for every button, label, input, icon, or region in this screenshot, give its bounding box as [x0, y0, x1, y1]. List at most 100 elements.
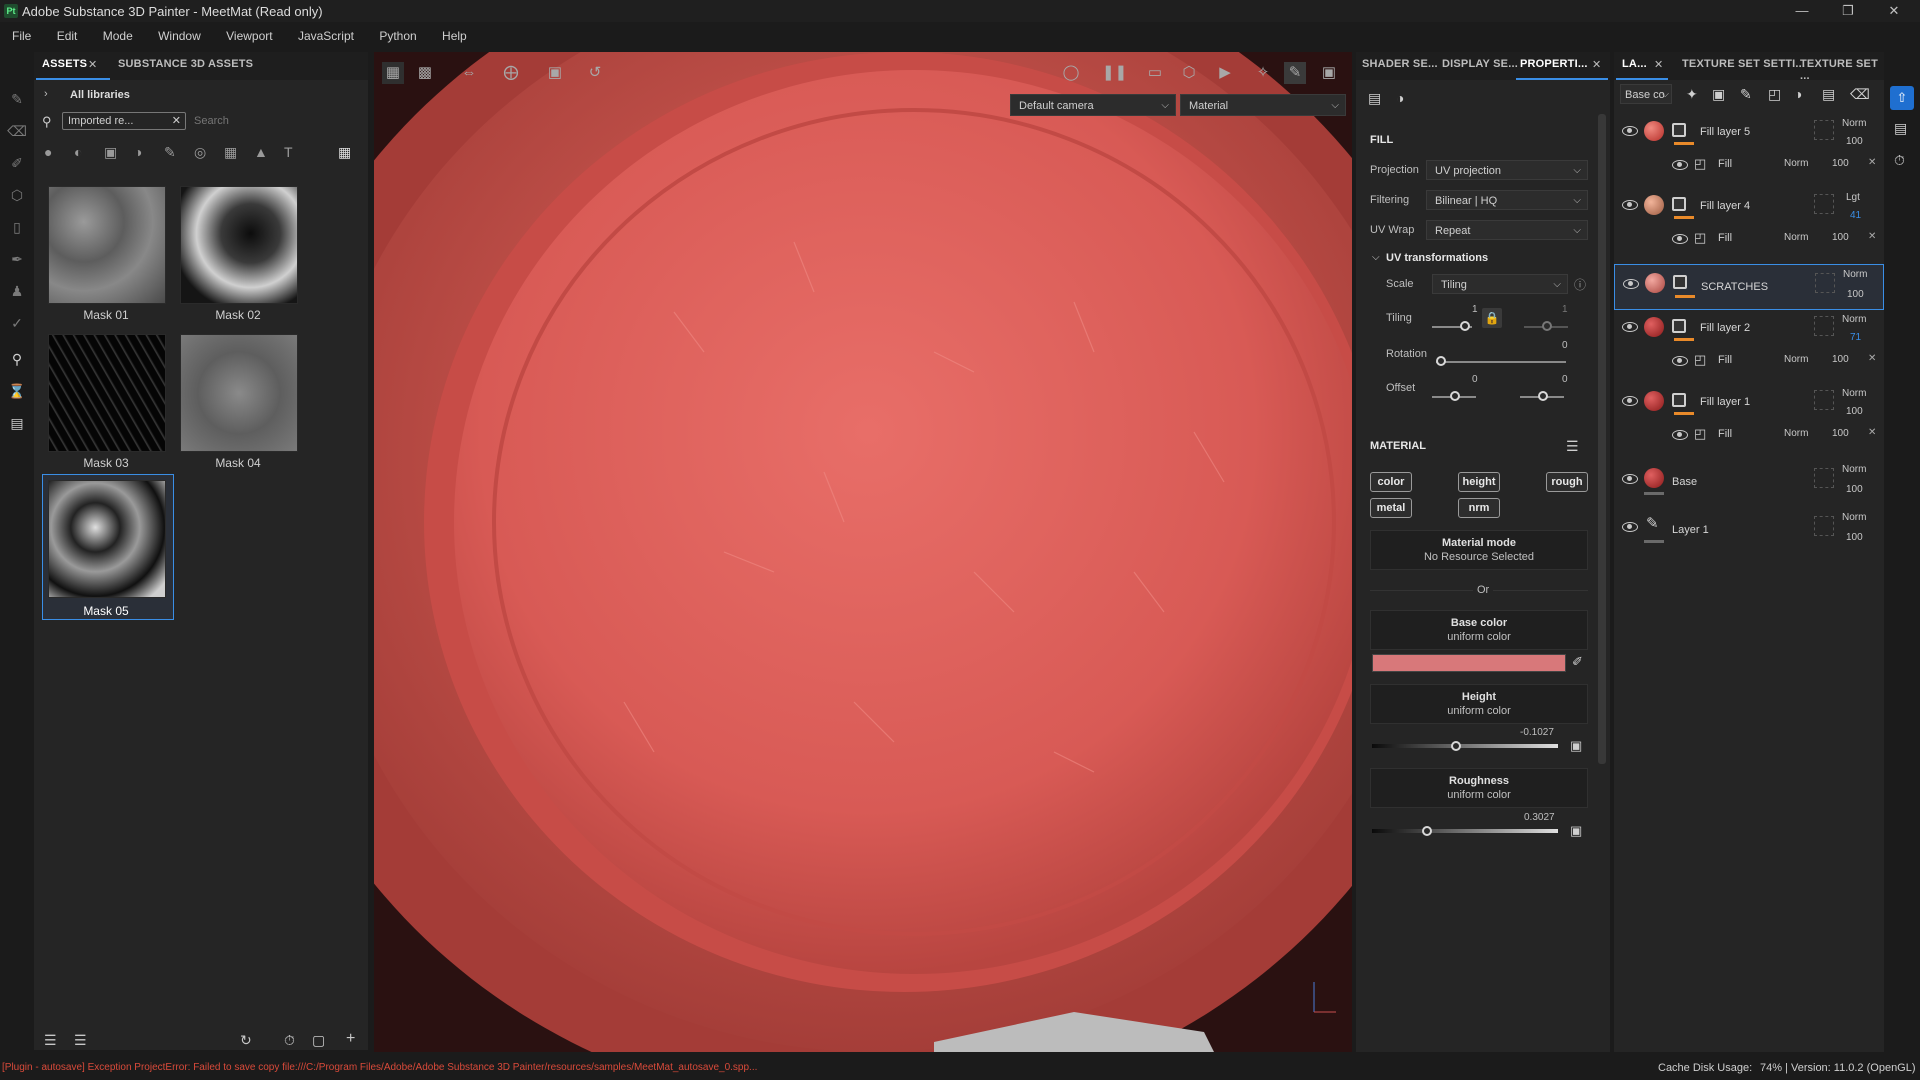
mask-slot[interactable] [1814, 120, 1834, 140]
layer-opacity[interactable]: 100 [1846, 532, 1863, 543]
tab-texture-set-list[interactable]: TEXTURE SET ... [1800, 58, 1884, 82]
menu-mode[interactable]: Mode [103, 26, 133, 46]
tab-shader-settings[interactable]: SHADER SE... [1362, 58, 1438, 70]
layer-opacity[interactable]: 100 [1847, 289, 1864, 300]
asset-thumb-mask-02[interactable] [180, 186, 298, 304]
list-view-icon[interactable]: ☰ [44, 1032, 57, 1049]
paint-brush-icon[interactable]: ✎ [6, 88, 28, 110]
tab-layers[interactable]: LA... [1622, 58, 1647, 70]
document-icon[interactable]: ▤ [6, 412, 28, 434]
menu-window[interactable]: Window [158, 26, 201, 46]
filtering-dropdown[interactable]: Bilinear | HQ ⌵ [1426, 190, 1588, 210]
layer-row[interactable]: Fill layer 1 Norm 100 ◰ Fill Norm 100 ✕ [1614, 386, 1884, 460]
height-slider-knob[interactable] [1451, 741, 1461, 751]
folder-icon[interactable]: ▢ [312, 1032, 325, 1049]
material-sphere-icon[interactable]: ◑ [1396, 90, 1404, 106]
mask-slot[interactable] [1815, 273, 1835, 293]
status-error[interactable]: [Plugin - autosave] Exception ProjectErr… [2, 1062, 1002, 1073]
add-icon[interactable]: + [346, 1030, 355, 1048]
projection-dropdown[interactable]: UV projection ⌵ [1426, 160, 1588, 180]
mask-slot[interactable] [1814, 390, 1834, 410]
polygon-fill-icon[interactable]: ▯ [6, 216, 28, 238]
channel-chip-metal[interactable]: metal [1370, 498, 1412, 518]
delete-layer-icon[interactable]: ⌫ [1850, 86, 1870, 103]
color-picker-icon[interactable]: ✓ [6, 312, 28, 334]
layer-opacity[interactable]: 100 [1846, 484, 1863, 495]
layer-name[interactable]: Layer 1 [1672, 524, 1709, 536]
refresh-icon[interactable]: ↻ [240, 1032, 252, 1049]
layer-name[interactable]: SCRATCHES [1701, 281, 1768, 293]
tab-substance-3d-assets[interactable]: SUBSTANCE 3D ASSETS [118, 58, 253, 70]
viewport[interactable]: ▦ ▩ ⇔ ⨁ ▣ ↺ ◯ ❚❚ ▭ ⬡ ▶ ✧ ✎ ▣ Default cam… [374, 52, 1352, 1052]
layer-opacity[interactable]: 100 [1846, 406, 1863, 417]
add-folder-icon[interactable]: ▤ [1822, 86, 1835, 103]
export-icon[interactable]: ⇧ [1890, 86, 1914, 110]
layer-blend[interactable]: Norm [1843, 269, 1867, 280]
layer-row[interactable]: Fill layer 5 Norm 100 ◰ Fill Norm 100 ✕ [1614, 116, 1884, 190]
layer-name[interactable]: Fill layer 5 [1700, 126, 1750, 138]
align-icon[interactable]: ⨁ [500, 62, 522, 84]
baking-icon[interactable]: ⚲ [6, 348, 28, 370]
viewport-layout-icon[interactable]: ▩ [414, 62, 436, 84]
rotation-slider-knob[interactable] [1436, 356, 1446, 366]
camera-2d-icon[interactable]: ▭ [1144, 62, 1166, 84]
channel-chip-height[interactable]: height [1458, 472, 1500, 492]
material-mode-box[interactable]: Material mode No Resource Selected [1370, 530, 1588, 570]
texture-filter-icon[interactable]: ▦ [224, 144, 237, 161]
visibility-eye-icon[interactable] [1622, 126, 1638, 136]
paint-mode-icon[interactable]: ✎ [1284, 62, 1306, 84]
info-icon[interactable]: ⓘ [1574, 276, 1586, 293]
environment-filter-icon[interactable]: ▲ [254, 144, 268, 160]
collapse-list-icon[interactable]: ☰ [74, 1032, 87, 1049]
layer-row[interactable]: Base Norm 100 [1614, 462, 1884, 508]
layer-blend[interactable]: Norm [1842, 464, 1866, 475]
add-paint-layer-icon[interactable]: ✎ [1740, 86, 1752, 103]
effect-opacity[interactable]: 100 [1832, 158, 1849, 169]
tab-assets-close-icon[interactable]: ✕ [88, 58, 97, 71]
link-icon[interactable]: ▣ [1570, 823, 1582, 839]
layer-opacity[interactable]: 100 [1846, 136, 1863, 147]
layer-opacity[interactable]: 41 [1850, 210, 1861, 221]
layer-name[interactable]: Fill layer 2 [1700, 322, 1750, 334]
effect-blend[interactable]: Norm [1784, 232, 1808, 243]
visibility-eye-icon[interactable] [1672, 430, 1688, 440]
menu-viewport[interactable]: Viewport [226, 26, 272, 46]
fit-frame-icon[interactable]: ▣ [544, 62, 566, 84]
layer-blend[interactable]: Norm [1842, 388, 1866, 399]
effect-blend[interactable]: Norm [1784, 354, 1808, 365]
effect-opacity[interactable]: 100 [1832, 354, 1849, 365]
close-icon[interactable]: ✕ [1874, 2, 1914, 20]
add-mask-icon[interactable]: ▣ [1712, 86, 1725, 103]
visibility-eye-icon[interactable] [1672, 356, 1688, 366]
mask-slot[interactable] [1814, 194, 1834, 214]
effect-name[interactable]: Fill [1718, 232, 1732, 244]
layer-opacity[interactable]: 71 [1850, 332, 1861, 343]
video-camera-icon[interactable]: ▶ [1214, 62, 1236, 84]
visibility-eye-icon[interactable] [1622, 200, 1638, 210]
effect-name[interactable]: Fill [1718, 428, 1732, 440]
projection-icon[interactable]: ✐ [6, 152, 28, 174]
filter-chip[interactable]: Imported re... ✕ [62, 112, 186, 130]
filter-chip-close-icon[interactable]: ✕ [172, 114, 181, 127]
add-fill-layer-icon[interactable]: ◰ [1768, 86, 1781, 103]
remove-effect-icon[interactable]: ✕ [1868, 353, 1876, 364]
pause-icon[interactable]: ❚❚ [1102, 62, 1127, 84]
viewport-grid-icon[interactable]: ▦ [382, 62, 404, 84]
visibility-eye-icon[interactable] [1622, 522, 1638, 532]
channel-chip-nrm[interactable]: nrm [1458, 498, 1500, 518]
layer-row-selected[interactable]: SCRATCHES Norm 100 [1614, 264, 1884, 310]
history-icon[interactable]: ⏱ [284, 1032, 295, 1049]
add-smart-layer-icon[interactable]: ◑ [1794, 86, 1802, 102]
mask-filter-icon[interactable]: ▣ [104, 144, 117, 161]
lock-icon[interactable]: 🔒 [1482, 308, 1502, 328]
hide-icon[interactable]: ◯ [1060, 62, 1082, 84]
tiling-slider-2-knob[interactable] [1542, 321, 1552, 331]
symmetry-icon[interactable]: ⇔ [458, 62, 480, 84]
measure-icon[interactable]: ⌛ [6, 380, 28, 402]
smart-mask-filter-icon[interactable]: ◑ [134, 144, 142, 160]
text-filter-icon[interactable]: T [284, 144, 293, 160]
maximize-icon[interactable]: ❐ [1828, 2, 1868, 20]
uvwrap-dropdown[interactable]: Repeat ⌵ [1426, 220, 1588, 240]
cube-3d-icon[interactable]: ⬡ [1178, 62, 1200, 84]
menu-help[interactable]: Help [442, 26, 467, 46]
